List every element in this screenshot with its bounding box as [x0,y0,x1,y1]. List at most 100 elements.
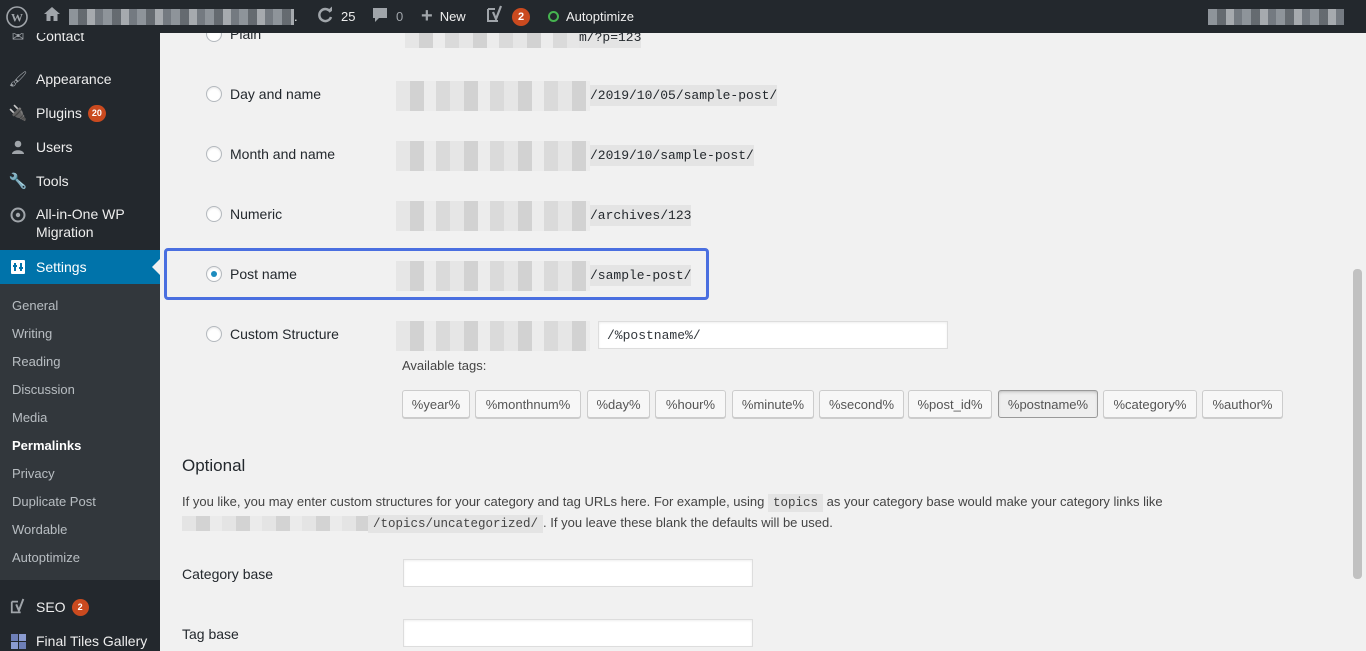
permalink-settings-main: Plain m/?p=123 Day and name /2019/10/05/… [160,33,1366,651]
submenu-reading[interactable]: Reading [12,354,60,369]
category-base-input[interactable] [403,559,753,587]
tag-button-hour[interactable]: %hour% [655,390,726,418]
sidebar-item-all-in-one-wp-migration[interactable]: All-in-One WP Migration [0,205,160,243]
option-post-name[interactable]: Post name [206,266,297,282]
wordpress-icon[interactable]: W [6,0,28,33]
option-plain[interactable]: Plain [206,33,261,42]
sidebar-item-label: Tools [36,173,69,189]
admin-sidebar: ✉ Contact 🖌 Appearance 🔌 Plugins 20 User… [0,33,160,651]
url-preview-plain: m/?p=123 [405,33,642,48]
url-path: m/?p=123 [579,33,642,45]
account-menu[interactable] [1208,0,1344,33]
site-name-redacted [69,8,294,25]
scrollbar-thumb[interactable] [1353,269,1362,579]
comments-count: 0 [396,9,404,24]
desc-code-topics: topics [768,494,824,512]
yoast-badge: 2 [512,7,530,26]
tag-button-author[interactable]: %author% [1202,390,1283,418]
wrench-icon: 🔧 [8,173,28,190]
submenu-autoptimize[interactable]: Autoptimize [12,550,80,565]
url-redacted [182,516,368,532]
sidebar-item-final-tiles-gallery[interactable]: Final Tiles Gallery [0,631,160,651]
site-name-suffix: . [294,9,298,24]
radio-month-and-name[interactable] [206,146,222,162]
user-icon [0,140,36,154]
plus-icon: + [421,5,433,27]
plug-icon: 🔌 [8,105,28,122]
url-path: /archives/123 [590,208,692,223]
paintbrush-icon: 🖌 [8,71,28,88]
tag-button-post-id[interactable]: %post_id% [908,390,992,418]
url-redacted [405,33,579,48]
updates-link[interactable]: 25 [316,0,355,33]
tag-button-monthnum[interactable]: %monthnum% [475,390,581,418]
desc-code-example-url: /topics/uncategorized/ [368,515,544,533]
url-path: /sample-post/ [590,268,692,283]
submenu-general[interactable]: General [12,298,58,313]
submenu-discussion[interactable]: Discussion [12,382,75,397]
submenu-privacy[interactable]: Privacy [12,466,55,481]
url-redacted [396,320,590,351]
comment-icon [372,7,388,26]
comments-link[interactable]: 0 [372,0,403,33]
sidebar-item-plugins[interactable]: 🔌 Plugins 20 [0,103,160,123]
submenu-writing[interactable]: Writing [12,326,52,341]
sidebar-item-settings[interactable]: Settings [0,250,160,284]
autoptimize-label: Autoptimize [566,9,634,24]
option-month-and-name[interactable]: Month and name [206,146,335,162]
submenu-duplicate-post[interactable]: Duplicate Post [12,494,96,509]
submenu-permalinks[interactable]: Permalinks [12,438,81,453]
account-name-redacted [1208,8,1344,25]
tag-base-input[interactable] [403,619,753,647]
desc-text: If you like, you may enter custom struct… [182,494,765,509]
current-indicator [152,259,160,275]
tag-base-label: Tag base [182,626,239,642]
yoast-icon [486,5,504,28]
option-label: Numeric [230,206,283,222]
sidebar-item-label: Final Tiles Gallery [36,633,148,649]
radio-day-and-name[interactable] [206,86,222,102]
tag-button-postname[interactable]: %postname% [998,390,1098,418]
sidebar-item-appearance[interactable]: 🖌 Appearance [0,69,160,89]
option-label: Month and name [230,146,336,162]
url-preview-post-name: /sample-post/ [396,260,692,291]
tag-button-second[interactable]: %second% [819,390,904,418]
gallery-icon [0,633,36,649]
url-preview-numeric: /archives/123 [396,200,692,231]
radio-post-name[interactable] [206,266,222,282]
url-redacted [396,260,590,291]
envelope-icon: ✉ [11,33,25,45]
yoast-menu[interactable]: 2 [486,0,530,33]
autoptimize-menu[interactable]: Autoptimize [548,0,634,33]
new-label: New [439,9,466,24]
submenu-wordable[interactable]: Wordable [12,522,67,537]
url-path: /2019/10/sample-post/ [590,148,754,163]
yoast-icon [0,598,36,616]
settings-submenu: General Writing Reading Discussion Media… [0,284,160,580]
option-day-and-name[interactable]: Day and name [206,86,321,102]
sidebar-item-seo[interactable]: SEO 2 [0,597,160,617]
tag-button-minute[interactable]: %minute% [732,390,814,418]
sidebar-item-users[interactable]: Users [0,137,160,157]
updates-count: 25 [341,9,356,24]
option-custom-structure[interactable]: Custom Structure [206,326,339,342]
new-content-link[interactable]: + New [421,0,466,33]
custom-structure-input[interactable]: /%postname%/ [598,321,948,349]
url-redacted [396,80,590,111]
submenu-media[interactable]: Media [12,410,47,425]
option-numeric[interactable]: Numeric [206,206,282,222]
site-home-link[interactable]: . [43,0,298,33]
page-scrollbar[interactable] [1349,33,1366,651]
available-tags-label: Available tags: [402,358,487,373]
radio-plain[interactable] [206,33,222,42]
radio-custom-structure[interactable] [206,326,222,342]
radio-numeric[interactable] [206,206,222,222]
tag-button-year[interactable]: %year% [402,390,470,418]
sidebar-item-contact[interactable]: ✉ Contact [0,33,160,46]
url-prefix-custom [396,320,590,351]
tag-button-day[interactable]: %day% [587,390,650,418]
plugins-update-count: 20 [87,104,106,122]
sidebar-item-tools[interactable]: 🔧 Tools [0,171,160,191]
admin-bar: W . 25 0 + New 2 Autoptimize [0,0,1366,33]
tag-button-category[interactable]: %category% [1103,390,1197,418]
